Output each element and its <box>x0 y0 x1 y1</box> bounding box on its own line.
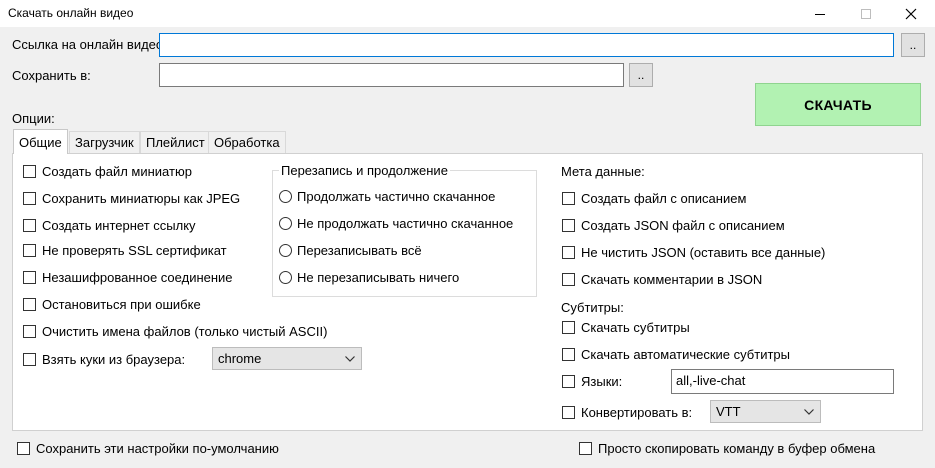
copy-command-checkbox[interactable]: Просто скопировать команду в буфер обмен… <box>579 441 875 456</box>
checkbox-box <box>562 192 575 205</box>
tab-playlist[interactable]: Плейлист <box>140 131 211 153</box>
checkbox-box <box>562 348 575 361</box>
write-comments-checkbox[interactable]: Скачать комментарии в JSON <box>562 272 762 287</box>
radio-circle <box>279 217 292 230</box>
checkbox-box <box>23 219 36 232</box>
checkbox-box <box>23 325 36 338</box>
checkbox-label: Сохранить миниатюры как JPEG <box>42 191 241 206</box>
radio-circle <box>279 244 292 257</box>
checkbox-label: Создать JSON файл с описанием <box>581 218 785 233</box>
auto-subtitles-checkbox[interactable]: Скачать автоматические субтитры <box>562 347 790 362</box>
checkbox-box <box>562 406 575 419</box>
browser-select[interactable]: chrome <box>212 347 362 370</box>
checkbox-label: Не проверять SSL сертификат <box>42 243 227 258</box>
checkbox-label: Просто скопировать команду в буфер обмен… <box>598 441 876 456</box>
checkbox-label: Создать файл с описанием <box>581 191 747 206</box>
url-input[interactable] <box>159 33 894 57</box>
options-label: Опции: <box>12 111 55 126</box>
checkbox-label: Незашифрованное соединение <box>42 270 233 285</box>
chevron-down-icon <box>804 408 814 415</box>
no-overwrite-radio[interactable]: Не перезаписывать ничего <box>279 270 459 285</box>
checkbox-box <box>17 442 30 455</box>
no-check-ssl-checkbox[interactable]: Не проверять SSL сертификат <box>23 243 227 258</box>
continue-partial-radio[interactable]: Продолжать частично скачанное <box>279 189 495 204</box>
radio-label: Не перезаписывать ничего <box>297 270 460 285</box>
minimize-button[interactable] <box>797 0 843 27</box>
checkbox-label: Языки: <box>581 374 623 389</box>
browser-select-value: chrome <box>218 351 262 366</box>
checkbox-box <box>23 165 36 178</box>
abort-on-error-checkbox[interactable]: Остановиться при ошибке <box>23 297 201 312</box>
write-info-json-checkbox[interactable]: Создать JSON файл с описанием <box>562 218 785 233</box>
checkbox-label: Создать файл миниатюр <box>42 164 192 179</box>
cookies-from-browser-checkbox[interactable]: Взять куки из браузера: <box>23 352 185 367</box>
maximize-button[interactable] <box>843 0 889 27</box>
tab-general[interactable]: Общие <box>13 129 68 154</box>
title-bar <box>0 0 935 27</box>
checkbox-label: Взять куки из браузера: <box>42 352 186 367</box>
create-thumbnail-checkbox[interactable]: Создать файл миниатюр <box>23 164 192 179</box>
subtitle-languages-checkbox[interactable]: Языки: <box>562 374 622 389</box>
checkbox-box <box>23 353 36 366</box>
checkbox-box <box>562 321 575 334</box>
checkbox-label: Скачать комментарии в JSON <box>581 272 763 287</box>
checkbox-box <box>562 219 575 232</box>
save-browse-button[interactable]: .. <box>629 63 653 87</box>
chevron-down-icon <box>345 355 355 362</box>
checkbox-label: Конвертировать в: <box>581 405 693 420</box>
checkbox-box <box>562 273 575 286</box>
checkbox-box <box>23 244 36 257</box>
write-description-checkbox[interactable]: Создать файл с описанием <box>562 191 746 206</box>
radio-label: Продолжать частично скачанное <box>297 189 496 204</box>
thumbnail-jpeg-checkbox[interactable]: Сохранить миниатюры как JPEG <box>23 191 240 206</box>
checkbox-label: Скачать автоматические субтитры <box>581 347 790 362</box>
radio-circle <box>279 271 292 284</box>
minimize-icon <box>815 13 825 15</box>
checkbox-label: Очистить имена файлов (только чистый ASC… <box>42 324 328 339</box>
url-label: Ссылка на онлайн видео <box>12 37 164 52</box>
close-icon <box>905 8 917 19</box>
checkbox-box <box>23 271 36 284</box>
internet-shortcut-checkbox[interactable]: Создать интернет ссылку <box>23 218 196 233</box>
close-button[interactable] <box>888 0 934 27</box>
save-to-label: Сохранить в: <box>12 68 91 83</box>
subtitle-format-select[interactable]: VTT <box>710 400 821 423</box>
checkbox-label: Сохранить эти настройки по-умолчанию <box>36 441 279 456</box>
checkbox-box <box>23 298 36 311</box>
tab-downloader[interactable]: Загрузчик <box>69 131 140 153</box>
maximize-icon <box>861 8 871 19</box>
checkbox-label: Создать интернет ссылку <box>42 218 196 233</box>
radio-circle <box>279 190 292 203</box>
save-defaults-checkbox[interactable]: Сохранить эти настройки по-умолчанию <box>17 441 279 456</box>
checkbox-box <box>23 192 36 205</box>
checkbox-box <box>562 246 575 259</box>
meta-title: Мета данные: <box>561 164 645 179</box>
radio-label: Перезаписывать всё <box>297 243 422 258</box>
subtitles-title: Субтитры: <box>561 300 624 315</box>
no-continue-partial-radio[interactable]: Не продолжать частично скачанное <box>279 216 513 231</box>
restrict-filenames-checkbox[interactable]: Очистить имена файлов (только чистый ASC… <box>23 324 327 339</box>
overwrite-group-title: Перезапись и продолжение <box>279 163 450 178</box>
download-subtitles-checkbox[interactable]: Скачать субтитры <box>562 320 690 335</box>
url-browse-button[interactable]: .. <box>901 33 925 57</box>
checkbox-box <box>562 375 575 388</box>
window-title: Скачать онлайн видео <box>8 6 134 20</box>
download-button[interactable]: СКАЧАТЬ <box>755 83 921 126</box>
save-path-input[interactable] <box>159 63 624 87</box>
checkbox-label: Не чистить JSON (оставить все данные) <box>581 245 826 260</box>
checkbox-label: Остановиться при ошибке <box>42 297 201 312</box>
tab-processing[interactable]: Обработка <box>208 131 286 153</box>
overwrite-all-radio[interactable]: Перезаписывать всё <box>279 243 422 258</box>
convert-subtitles-checkbox[interactable]: Конвертировать в: <box>562 405 692 420</box>
checkbox-box <box>579 442 592 455</box>
no-clean-json-checkbox[interactable]: Не чистить JSON (оставить все данные) <box>562 245 825 260</box>
checkbox-label: Скачать субтитры <box>581 320 690 335</box>
subtitle-format-value: VTT <box>716 404 741 419</box>
radio-label: Не продолжать частично скачанное <box>297 216 514 231</box>
insecure-connection-checkbox[interactable]: Незашифрованное соединение <box>23 270 233 285</box>
subtitle-languages-input[interactable]: all,-live-chat <box>671 369 894 394</box>
